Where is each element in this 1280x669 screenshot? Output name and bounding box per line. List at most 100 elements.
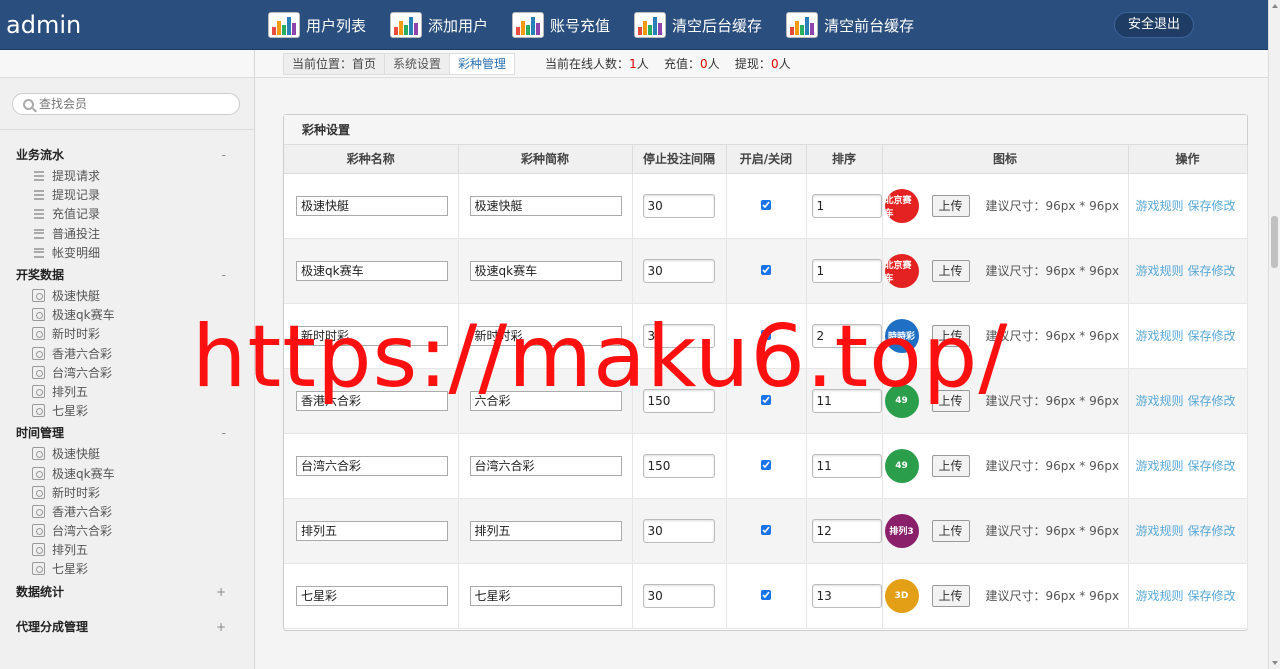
nav-item-0[interactable]: 用户列表 (268, 0, 366, 50)
save-changes-link[interactable]: 保存修改 (1188, 394, 1236, 408)
lottery-name-input[interactable] (296, 585, 448, 606)
sidebar-item[interactable]: 充值记录 (0, 204, 254, 223)
lottery-short-input[interactable] (469, 195, 622, 216)
nav-item-2[interactable]: 账号充值 (512, 0, 610, 50)
upload-button[interactable]: 上传 (931, 454, 970, 477)
nav-item-3[interactable]: 清空后台缓存 (634, 0, 762, 50)
sidebar-item[interactable]: 香港六合彩 (0, 502, 254, 521)
interval-input[interactable] (642, 388, 715, 413)
sidebar-item[interactable]: 七星彩 (0, 401, 254, 420)
list-icon (32, 245, 45, 259)
sidebar-group-title[interactable]: 开奖数据 - (0, 264, 254, 286)
lottery-name-input[interactable] (296, 260, 448, 281)
interval-input[interactable] (642, 323, 715, 348)
interval-input[interactable] (642, 453, 715, 478)
logout-button[interactable]: 安全退出 (1114, 12, 1194, 38)
breadcrumb-system-settings[interactable]: 系统设置 (385, 53, 451, 74)
enabled-checkbox[interactable] (761, 264, 771, 275)
interval-input[interactable] (642, 258, 715, 283)
enabled-checkbox[interactable] (761, 524, 771, 535)
save-changes-link[interactable]: 保存修改 (1188, 199, 1236, 213)
order-input[interactable] (811, 258, 882, 283)
lottery-name-input[interactable] (296, 195, 448, 216)
upload-button[interactable]: 上传 (931, 584, 970, 607)
sidebar-item[interactable]: 极速快艇 (0, 286, 254, 305)
nav-item-4[interactable]: 清空前台缓存 (786, 0, 914, 50)
sidebar-item[interactable]: 帐变明细 (0, 243, 254, 262)
game-rules-link[interactable]: 游戏规则 (1136, 524, 1184, 538)
game-rules-link[interactable]: 游戏规则 (1136, 394, 1184, 408)
interval-input[interactable] (642, 583, 715, 608)
game-rules-link[interactable]: 游戏规则 (1136, 459, 1184, 473)
scroll-up-arrow-icon[interactable] (1272, 4, 1278, 8)
scroll-down-arrow-icon[interactable] (1272, 661, 1278, 665)
sidebar-group-toggle-icon[interactable]: - (222, 144, 226, 166)
sidebar-item[interactable]: 极速qk赛车 (0, 463, 254, 482)
enabled-checkbox[interactable] (761, 329, 771, 340)
order-input[interactable] (811, 388, 882, 413)
upload-button[interactable]: 上传 (931, 519, 970, 542)
save-changes-link[interactable]: 保存修改 (1188, 524, 1236, 538)
member-search-box[interactable] (12, 93, 240, 115)
interval-input[interactable] (642, 518, 715, 543)
upload-button[interactable]: 上传 (931, 194, 970, 217)
scroll-thumb[interactable] (1271, 216, 1278, 268)
game-rules-link[interactable]: 游戏规则 (1136, 329, 1184, 343)
sidebar-group-title[interactable]: 时间管理 - (0, 422, 254, 444)
sidebar-item[interactable]: 提现请求 (0, 166, 254, 185)
interval-input[interactable] (642, 193, 715, 218)
sidebar-item[interactable]: 台湾六合彩 (0, 521, 254, 540)
upload-button[interactable]: 上传 (931, 259, 970, 282)
upload-button[interactable]: 上传 (931, 389, 970, 412)
nav-item-1[interactable]: 添加用户 (390, 0, 488, 50)
member-search-input[interactable] (39, 97, 219, 111)
lottery-short-input[interactable] (469, 260, 622, 281)
sidebar-item[interactable]: 排列五 (0, 540, 254, 559)
order-input[interactable] (811, 193, 882, 218)
sidebar-item[interactable]: 极速qk赛车 (0, 305, 254, 324)
enabled-checkbox[interactable] (761, 459, 771, 470)
lottery-name-input[interactable] (296, 520, 448, 541)
sidebar-item[interactable]: 极速快艇 (0, 444, 254, 463)
save-changes-link[interactable]: 保存修改 (1188, 264, 1236, 278)
lottery-short-input[interactable] (469, 520, 622, 541)
sidebar-item[interactable]: 提现记录 (0, 185, 254, 204)
lottery-name-input[interactable] (296, 455, 448, 476)
save-changes-link[interactable]: 保存修改 (1188, 589, 1236, 603)
order-input[interactable] (811, 323, 882, 348)
sidebar-item[interactable]: 新时时彩 (0, 483, 254, 502)
enabled-checkbox[interactable] (761, 589, 771, 600)
sidebar-group-toggle-icon[interactable]: - (222, 264, 226, 286)
lottery-name-input[interactable] (296, 390, 448, 411)
sidebar-item[interactable]: 香港六合彩 (0, 344, 254, 363)
enabled-checkbox[interactable] (761, 394, 771, 405)
lottery-short-input[interactable] (469, 390, 622, 411)
lottery-short-input[interactable] (469, 325, 622, 346)
sidebar-item[interactable]: 新时时彩 (0, 324, 254, 343)
sidebar-group-title[interactable]: 业务流水 - (0, 144, 254, 166)
game-rules-link[interactable]: 游戏规则 (1136, 264, 1184, 278)
upload-button[interactable]: 上传 (931, 324, 970, 347)
page-scrollbar[interactable] (1268, 0, 1280, 669)
sidebar-item[interactable]: 排列五 (0, 382, 254, 401)
sidebar-group-toggle-icon[interactable]: + (216, 616, 226, 638)
save-changes-link[interactable]: 保存修改 (1188, 329, 1236, 343)
sidebar-group-title[interactable]: 数据统计 + (0, 581, 254, 603)
sidebar-item[interactable]: 七星彩 (0, 559, 254, 578)
game-rules-link[interactable]: 游戏规则 (1136, 589, 1184, 603)
enabled-checkbox[interactable] (761, 199, 771, 210)
sidebar-group-title[interactable]: 代理分成管理 + (0, 616, 254, 638)
game-rules-link[interactable]: 游戏规则 (1136, 199, 1184, 213)
sidebar-item[interactable]: 台湾六合彩 (0, 363, 254, 382)
lottery-name-input[interactable] (296, 325, 448, 346)
order-input[interactable] (811, 518, 882, 543)
order-input[interactable] (811, 583, 882, 608)
save-changes-link[interactable]: 保存修改 (1188, 459, 1236, 473)
lottery-short-input[interactable] (469, 455, 622, 476)
lottery-short-input[interactable] (469, 585, 622, 606)
sidebar-group-toggle-icon[interactable]: + (216, 581, 226, 603)
sidebar-group-toggle-icon[interactable]: - (222, 422, 226, 444)
order-input[interactable] (811, 453, 882, 478)
sidebar-item[interactable]: 普通投注 (0, 224, 254, 243)
breadcrumb-home[interactable]: 当前位置：首页 (284, 53, 386, 74)
